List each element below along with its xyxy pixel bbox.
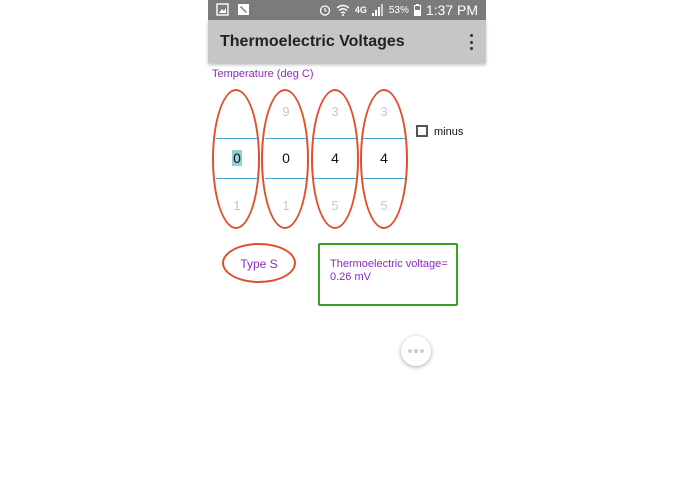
annotation-ellipse bbox=[212, 89, 260, 229]
app-title: Thermoelectric Voltages bbox=[220, 33, 405, 50]
result-text: Thermoelectric voltage= 0.26 mV bbox=[330, 258, 456, 284]
annotation-ellipse bbox=[360, 89, 408, 229]
annotation-ellipse bbox=[311, 89, 359, 229]
status-time: 1:37 PM bbox=[425, 2, 478, 18]
thermocouple-type-button[interactable]: Type S bbox=[222, 257, 296, 271]
alarm-icon bbox=[319, 5, 330, 16]
result-value: 0.26 mV bbox=[330, 271, 371, 283]
minus-label: minus bbox=[434, 126, 464, 138]
more-vert-icon[interactable] bbox=[468, 34, 474, 50]
result-annotation-box: Thermoelectric voltage= 0.26 mV bbox=[318, 243, 458, 306]
pen-icon bbox=[238, 4, 249, 15]
phone-screen: 4G 53% 1:37 PM Thermoelectric Voltages T… bbox=[208, 0, 486, 494]
battery-percent: 53% bbox=[388, 4, 409, 16]
result-label: Thermoelectric voltage= bbox=[330, 258, 448, 270]
wifi-icon bbox=[336, 4, 350, 16]
minus-checkbox[interactable] bbox=[416, 125, 428, 137]
temperature-label: Temperature (deg C) bbox=[212, 68, 314, 80]
battery-icon bbox=[413, 4, 421, 16]
annotation-ellipse bbox=[261, 89, 309, 229]
image-icon bbox=[216, 3, 229, 16]
status-bar: 4G 53% 1:37 PM bbox=[208, 0, 486, 20]
app-bar: Thermoelectric Voltages bbox=[208, 20, 486, 63]
signal-icon bbox=[371, 4, 383, 16]
network-type: 4G bbox=[354, 5, 367, 15]
more-horiz-icon[interactable] bbox=[401, 336, 431, 366]
